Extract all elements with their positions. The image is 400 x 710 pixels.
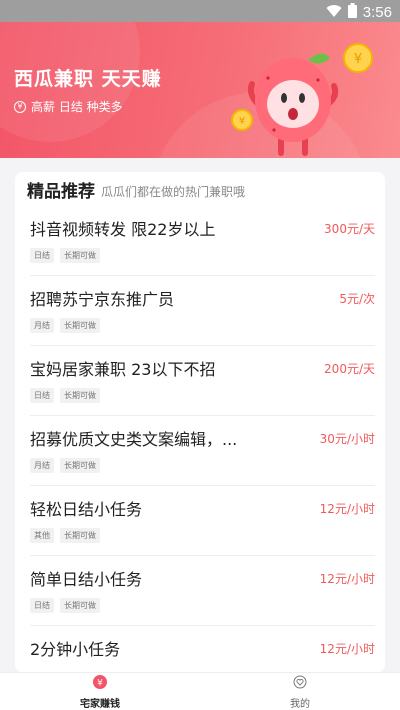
hero-subtitle-text: 高薪 日结 种类多 xyxy=(31,100,123,114)
heart-icon xyxy=(293,674,307,693)
battery-icon xyxy=(347,3,357,22)
section-title: 精品推荐 xyxy=(27,182,95,202)
tab-mine[interactable]: 我的 xyxy=(200,673,400,710)
job-item[interactable]: 轻松日结小任务 12元/小时 其他 长期可做 xyxy=(30,486,375,556)
svg-text:¥: ¥ xyxy=(354,52,362,67)
job-tag: 长期可做 xyxy=(60,528,100,543)
job-item[interactable]: 招募优质文史类文案编辑，... 30元/小时 月结 长期可做 xyxy=(30,416,375,486)
job-title: 简单日结小任务 xyxy=(30,570,143,589)
job-item[interactable]: 抖音视频转发 限22岁以上 300元/天 日结 长期可做 xyxy=(30,206,375,276)
section-subtitle: 瓜瓜们都在做的热门兼职哦 xyxy=(101,185,246,199)
recommended-jobs-card: 精品推荐 瓜瓜们都在做的热门兼职哦 抖音视频转发 限22岁以上 300元/天 日… xyxy=(15,172,385,672)
status-icons: 3:56 xyxy=(326,3,392,22)
job-tag: 日结 xyxy=(30,598,54,613)
job-tag: 其他 xyxy=(30,528,54,543)
yen-icon: ¥ xyxy=(14,100,26,113)
job-tag: 长期可做 xyxy=(60,248,100,263)
job-title: 招聘苏宁京东推广员 xyxy=(30,290,175,309)
job-tag: 日结 xyxy=(30,248,54,263)
job-pay: 300元/天 xyxy=(324,222,375,236)
job-title: 宝妈居家兼职 23以下不招 xyxy=(30,360,216,379)
svg-text:¥: ¥ xyxy=(97,678,103,688)
job-item[interactable]: 招聘苏宁京东推广员 5元/次 月结 长期可做 xyxy=(30,276,375,346)
job-title: 抖音视频转发 限22岁以上 xyxy=(30,220,216,239)
job-title: 2分钟小任务 xyxy=(30,640,121,659)
job-tag: 长期可做 xyxy=(60,318,100,333)
bottom-tab-bar: ¥ 宅家赚钱 我的 xyxy=(0,672,400,710)
tab-label: 宅家赚钱 xyxy=(80,698,120,710)
job-pay: 200元/天 xyxy=(324,362,375,376)
tab-home-earn[interactable]: ¥ 宅家赚钱 xyxy=(0,673,200,710)
job-tag: 长期可做 xyxy=(60,458,100,473)
job-tag: 月结 xyxy=(30,458,54,473)
hero-title: 西瓜兼职 天天赚 xyxy=(14,68,162,90)
wifi-icon xyxy=(326,3,342,22)
hero-subtitle: ¥ 高薪 日结 种类多 xyxy=(14,98,123,115)
job-item[interactable]: 简单日结小任务 12元/小时 日结 长期可做 xyxy=(30,556,375,626)
yen-coin-icon: ¥ xyxy=(93,674,107,693)
job-tags: 其他 长期可做 xyxy=(30,528,100,543)
job-tag: 日结 xyxy=(30,388,54,403)
status-time: 3:56 xyxy=(362,4,392,21)
job-pay: 5元/次 xyxy=(339,292,375,306)
job-tags: 日结 长期可做 xyxy=(30,248,100,263)
job-tag: 长期可做 xyxy=(60,388,100,403)
job-title: 招募优质文史类文案编辑，... xyxy=(30,430,238,449)
tab-label: 我的 xyxy=(290,698,310,710)
svg-text:¥: ¥ xyxy=(239,116,245,127)
job-tag: 长期可做 xyxy=(60,598,100,613)
section-header: 精品推荐 瓜瓜们都在做的热门兼职哦 xyxy=(15,172,385,206)
job-tags: 月结 长期可做 xyxy=(30,458,100,473)
watermelon-mascot-illustration: ¥ ¥ xyxy=(230,34,380,158)
job-title: 轻松日结小任务 xyxy=(30,500,143,519)
job-pay: 12元/小时 xyxy=(319,642,375,656)
job-item[interactable]: 宝妈居家兼职 23以下不招 200元/天 日结 长期可做 xyxy=(30,346,375,416)
job-item[interactable]: 2分钟小任务 12元/小时 xyxy=(30,626,375,672)
job-tag: 月结 xyxy=(30,318,54,333)
job-pay: 12元/小时 xyxy=(319,572,375,586)
hero-banner: 西瓜兼职 天天赚 ¥ 高薪 日结 种类多 ¥ ¥ xyxy=(0,22,400,158)
status-bar: 3:56 xyxy=(0,0,400,22)
job-tags: 日结 长期可做 xyxy=(30,598,100,613)
job-tags: 日结 长期可做 xyxy=(30,388,100,403)
job-tags: 月结 长期可做 xyxy=(30,318,100,333)
job-pay: 30元/小时 xyxy=(319,432,375,446)
job-pay: 12元/小时 xyxy=(319,502,375,516)
